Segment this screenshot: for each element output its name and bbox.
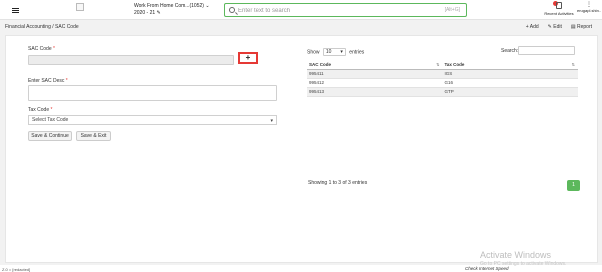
- column-header-label: Tax Code: [444, 61, 465, 67]
- user-name: erugapl.shin..: [577, 8, 602, 13]
- table-cell: 995412: [307, 78, 443, 88]
- column-header-tax-code[interactable]: Tax Code ⇅: [442, 60, 578, 70]
- column-header-label: SAC Code: [309, 61, 332, 67]
- page-length-select[interactable]: 10 ▾: [322, 48, 346, 56]
- save-exit-button[interactable]: Save & Exit: [76, 131, 111, 141]
- search-icon: [229, 7, 235, 13]
- show-label: Show: [307, 49, 320, 56]
- tax-code-select[interactable]: Select Tax Code ▾: [28, 115, 277, 125]
- company-year: 2020 - 21: [134, 10, 156, 16]
- plus-icon: +: [525, 24, 529, 30]
- company-name: Work From Home Com...(1052): [134, 3, 204, 9]
- user-menu[interactable]: ⋮ erugapl.shin..: [577, 2, 601, 13]
- required-mark: *: [65, 78, 68, 84]
- search-input[interactable]: [238, 6, 438, 15]
- edit-icon: ✎: [547, 24, 552, 30]
- caret-down-icon: ▾: [340, 49, 343, 55]
- sac-desc-field[interactable]: [28, 85, 277, 101]
- sac-desc-label-text: Enter SAC Desc: [28, 78, 65, 84]
- report-button[interactable]: ▤ Report: [571, 24, 592, 30]
- tax-code-label-text: Tax Code: [28, 107, 50, 113]
- add-label: Add: [529, 24, 539, 30]
- table-info: Showing 1 to 3 of 3 entries: [308, 180, 368, 186]
- chevron-down-icon: ⌄: [205, 3, 210, 9]
- breadcrumb: Financial Accounting / SAC Code: [5, 24, 79, 30]
- sac-code-field[interactable]: [28, 55, 234, 65]
- activate-windows-subtitle: Go to PC settings to activate Windows.: [480, 261, 567, 267]
- save-continue-button[interactable]: Save & Continue: [28, 131, 72, 141]
- table-cell: G16: [442, 78, 578, 88]
- table-header-row: SAC Code ⇅ Tax Code ⇅: [307, 60, 578, 70]
- menu-icon[interactable]: [12, 8, 19, 13]
- edit-label: Edit: [553, 24, 562, 30]
- sort-icon: ⇅: [436, 62, 440, 67]
- table-search-label: Search:: [501, 48, 519, 54]
- company-switcher[interactable]: Work From Home Com...(1052) ⌄ 2020 - 21 …: [134, 3, 210, 17]
- edit-icon[interactable]: ✎: [157, 10, 161, 16]
- search-shortcut: [Alt+G]: [444, 7, 460, 13]
- global-search: [Alt+G]: [224, 3, 467, 17]
- plus-icon: +: [245, 53, 251, 62]
- sac-desc-label: Enter SAC Desc *: [28, 78, 68, 84]
- required-mark: *: [50, 107, 53, 113]
- activate-windows-title: Activate Windows: [480, 250, 552, 260]
- add-sac-code-button[interactable]: +: [238, 52, 258, 64]
- document-icon: ▤: [570, 24, 576, 30]
- table-row[interactable]: 995411 IGS: [307, 69, 578, 79]
- report-label: Report: [576, 24, 592, 30]
- company-logo: [76, 3, 84, 11]
- page-actions: + Add ✎ Edit ▤ Report: [526, 24, 592, 30]
- column-header-sac-code[interactable]: SAC Code ⇅: [307, 60, 443, 70]
- caret-down-icon: ▾: [270, 118, 273, 124]
- add-button[interactable]: + Add: [526, 24, 539, 30]
- sac-code-label-text: SAC Code: [28, 46, 52, 52]
- table-row[interactable]: 995413 GTP: [307, 87, 578, 97]
- clipboard-icon: [556, 2, 562, 9]
- page-length-value: 10: [325, 49, 332, 55]
- table-cell: 995411: [307, 69, 443, 79]
- page-length: Show 10 ▾ entries: [307, 48, 364, 56]
- tax-code-selected: Select Tax Code: [32, 117, 69, 123]
- footer-left-text: Z.0 = [redacted]: [2, 267, 31, 272]
- entries-label: entries: [349, 49, 365, 56]
- top-bar: Work From Home Com...(1052) ⌄ 2020 - 21 …: [0, 0, 602, 20]
- sac-code-label: SAC Code *: [28, 46, 55, 52]
- recent-activities-label: Recent Activities: [544, 11, 574, 16]
- table-search-input[interactable]: [518, 46, 575, 55]
- table-cell: 995413: [307, 87, 443, 97]
- table-row[interactable]: 995412 G16: [307, 78, 578, 88]
- sort-icon: ⇅: [571, 62, 575, 67]
- sac-code-table: SAC Code ⇅ Tax Code ⇅ 995411 IGS 995412 G1…: [307, 60, 578, 97]
- recent-activities-button[interactable]: Recent Activities: [541, 2, 577, 16]
- pagination-page-1[interactable]: 1: [567, 180, 580, 191]
- table-cell: IGS: [442, 69, 578, 79]
- edit-button[interactable]: ✎ Edit: [548, 24, 562, 30]
- tax-code-label: Tax Code *: [28, 107, 52, 113]
- table-cell: GTP: [442, 87, 578, 97]
- required-mark: *: [53, 46, 55, 52]
